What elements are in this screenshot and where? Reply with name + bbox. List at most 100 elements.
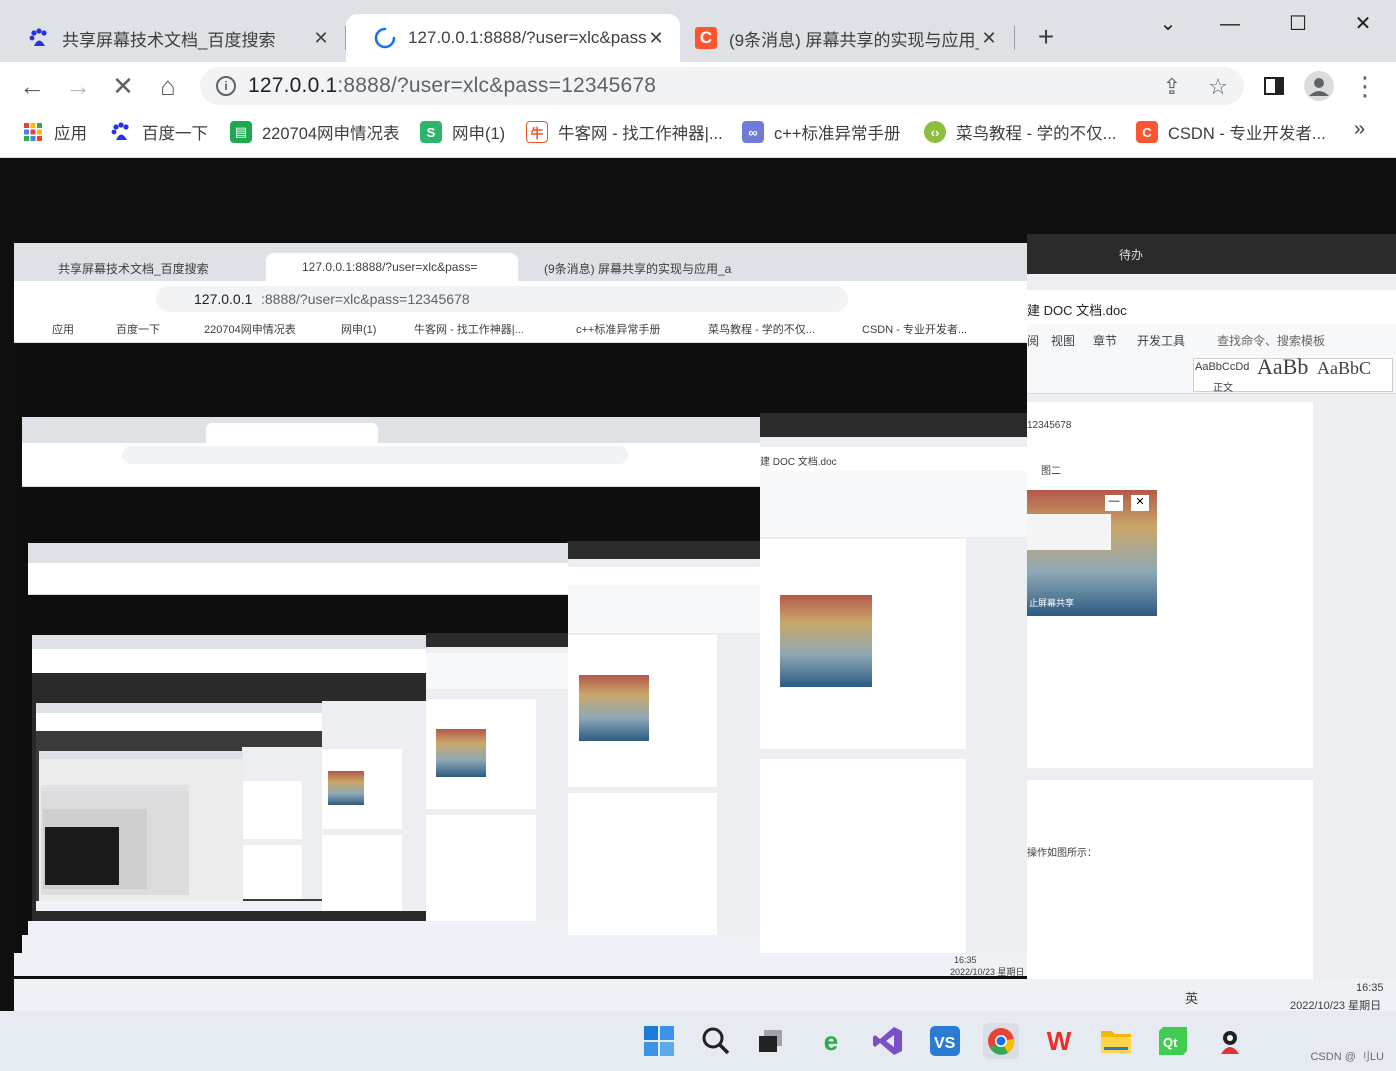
mini-clock-time: 16:35 [954,955,977,965]
cpp-icon: ∞ [742,121,764,143]
forward-arrow-icon[interactable]: → [62,70,94,102]
apps-grid-icon [22,121,44,143]
more-menu-icon[interactable]: ⋮ [1349,70,1381,102]
shared-clock-time: 16:35 [1356,982,1384,994]
stop-loading-icon[interactable]: ✕ [107,70,139,102]
mini-tab-2: 127.0.0.1:8888/?user=xlc&pass= [302,260,478,274]
tab-title: 共享屏幕技术文档_百度搜索 [62,30,276,50]
mini-bookmark-3: 220704网申情况表 [204,324,296,336]
bookmark-baidu[interactable]: 百度一下 [110,120,208,144]
bookmark-label: 网申(1) [452,125,506,143]
svg-text:Qt: Qt [1163,1035,1178,1050]
nowcoder-icon: 牛 [526,121,548,143]
csdn-watermark: CSDN @ 刂LU [1310,1051,1384,1063]
close-tab-icon[interactable]: ✕ [979,28,999,48]
tab-baidu[interactable]: 共享屏幕技术文档_百度搜索 ✕ [0,14,345,62]
game-app-icon[interactable] [1212,1023,1248,1059]
task-view-icon[interactable] [753,1023,789,1059]
doc-menu-view[interactable]: 视图 [1051,332,1075,349]
bookmark-label: 220704网申情况表 [262,125,400,143]
bookmark-wangshen[interactable]: S 网申(1) [420,120,505,144]
tab-title: (9条消息) 屏幕共享的实现与应用_a [729,30,979,50]
baidu-paw-icon [28,27,50,49]
bookmark-label: 百度一下 [142,125,208,143]
doc-title: 建 DOC 文档.doc [1027,303,1127,318]
doc-menu-1[interactable]: 阅 [1027,332,1039,349]
todo-label: 待办 [1119,248,1144,262]
doc-editor-panel: 待办 建 DOC 文档.doc 阅 视图 章节 开发工具 查找命令、搜索模板 A… [1027,234,1396,1056]
style-normal-sample[interactable]: AaBbCcDd [1195,361,1249,373]
svg-text:VS: VS [934,1035,956,1052]
s-doc-icon: S [420,121,442,143]
chrome-icon[interactable] [983,1023,1019,1059]
bookmark-apps[interactable]: 应用 [22,120,87,144]
doc-search[interactable]: 查找命令、搜索模板 [1217,332,1325,349]
qt-creator-icon[interactable]: Qt [1155,1023,1191,1059]
mini-url-host: 127.0.0.1 [194,291,253,307]
share-icon[interactable]: ⇪ [1158,74,1186,100]
bookmarks-bar: 应用 百度一下 ▤ 220704网申情况表 S 网申(1) 牛 牛客网 - 找工… [0,110,1396,158]
shared-screen-view: 待办 建 DOC 文档.doc 阅 视图 章节 开发工具 查找命令、搜索模板 A… [0,159,1396,1071]
bookmark-nowcoder[interactable]: 牛 牛客网 - 找工作神器|... [526,120,723,144]
vscode-icon[interactable]: VS [927,1023,963,1059]
mini-tab-3: (9条消息) 屏幕共享的实现与应用_a [544,262,732,276]
shared-ime-indicator: 英 [1185,991,1199,1006]
doc-text-operation: 操作如图所示： [1027,848,1097,859]
close-tab-icon[interactable]: ✕ [311,28,331,48]
bookmark-runoob[interactable]: ‹› 菜鸟教程 - 学的不仅... [924,120,1116,144]
wps-icon[interactable]: W [1041,1023,1077,1059]
bookmarks-overflow-button[interactable]: » [1354,118,1365,141]
search-icon[interactable] [698,1023,734,1059]
bookmark-cpp[interactable]: ∞ c++标准异常手册 [742,120,901,144]
visual-studio-icon[interactable] [870,1023,906,1059]
close-tab-icon[interactable]: ✕ [646,28,666,48]
bookmark-label: 菜鸟教程 - 学的不仅... [956,125,1117,143]
style-h2-sample[interactable]: AaBbC [1317,358,1371,379]
tab-search-icon[interactable]: ⌄ [1148,10,1188,40]
bookmark-label: 应用 [54,125,87,143]
tab-localhost[interactable]: 127.0.0.1:8888/?user=xlc&pass= ✕ [346,14,680,62]
loading-spinner-icon [374,27,396,49]
screen-share-preview-image: — ✕ 止屏幕共享 [1027,490,1157,616]
baidu-paw-icon [110,121,132,143]
doc-menu-chapter[interactable]: 章节 [1093,332,1117,349]
bookmark-star-icon[interactable]: ☆ [1204,74,1232,100]
file-explorer-icon[interactable] [1098,1023,1134,1059]
mini-tab-1: 共享屏幕技术文档_百度搜索 [58,262,209,276]
side-panel-icon[interactable] [1258,70,1290,102]
url-host: 127.0.0.1 [248,74,338,97]
stop-share-label[interactable]: 止屏幕共享 [1029,596,1074,609]
close-window-button[interactable]: ✕ [1343,10,1383,40]
csdn-icon: C [695,27,717,49]
mini-url-path: :8888/?user=xlc&pass=12345678 [261,291,470,307]
mini-bookmark-7: 菜鸟教程 - 学的不仅... [708,324,815,336]
site-info-icon[interactable]: i [216,76,236,96]
tab-csdn[interactable]: C (9条消息) 屏幕共享的实现与应用_a ✕ [681,14,1013,62]
back-arrow-icon[interactable]: ← [16,70,48,102]
new-tab-button[interactable]: + [1030,22,1062,54]
doc-menu-dev[interactable]: 开发工具 [1137,332,1185,349]
windows-start-icon[interactable] [641,1023,677,1059]
style-h1-sample[interactable]: AaBb [1257,354,1308,380]
maximize-button[interactable]: ☐ [1278,10,1318,40]
bookmark-label: CSDN - 专业开发者... [1168,125,1326,143]
sheet-icon: ▤ [230,121,252,143]
mini-bookmark-4: 网申(1) [341,324,377,336]
edge-browser-icon[interactable]: e [813,1023,849,1059]
mini-bookmark-6: c++标准异常手册 [576,324,661,336]
mini-bookmark-8: CSDN - 专业开发者... [862,324,968,336]
bookmark-label: 牛客网 - 找工作神器|... [558,125,723,143]
bookmark-sheet[interactable]: ▤ 220704网申情况表 [230,120,400,144]
address-bar[interactable]: i 127.0.0.1:8888/?user=xlc&pass=12345678… [200,67,1244,105]
minimize-button[interactable]: — [1210,10,1250,40]
doc-text-password: 12345678 [1027,420,1072,431]
captured-browser-level-1: 共享屏幕技术文档_百度搜索 127.0.0.1:8888/?user=xlc&p… [14,243,1027,976]
mini-doc-title: 建 DOC 文档.doc [760,457,837,468]
mini-bookmark-1: 应用 [52,324,74,336]
home-icon[interactable]: ⌂ [152,70,184,102]
bookmark-csdn[interactable]: C CSDN - 专业开发者... [1136,120,1326,144]
profile-avatar-icon[interactable] [1303,70,1335,102]
browser-toolbar: ← → ✕ ⌂ i 127.0.0.1:8888/?user=xlc&pass=… [0,62,1396,110]
style-normal-name: 正文 [1213,383,1233,394]
runoob-icon: ‹› [924,121,946,143]
